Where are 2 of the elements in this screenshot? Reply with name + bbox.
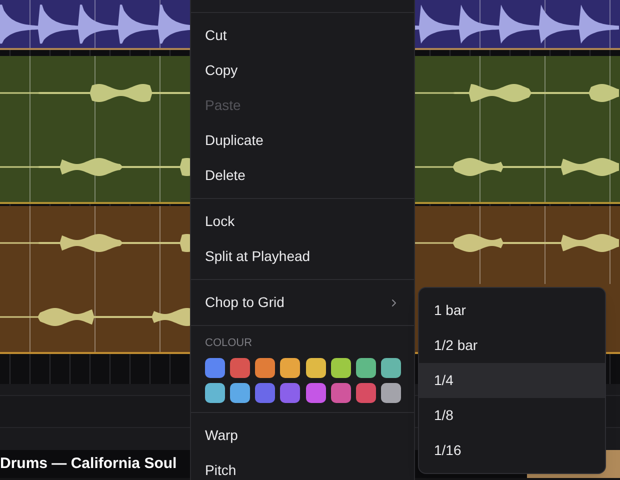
clip-title: Drums — California Soul (0, 454, 177, 474)
section-heading: COLOUR (205, 336, 254, 351)
